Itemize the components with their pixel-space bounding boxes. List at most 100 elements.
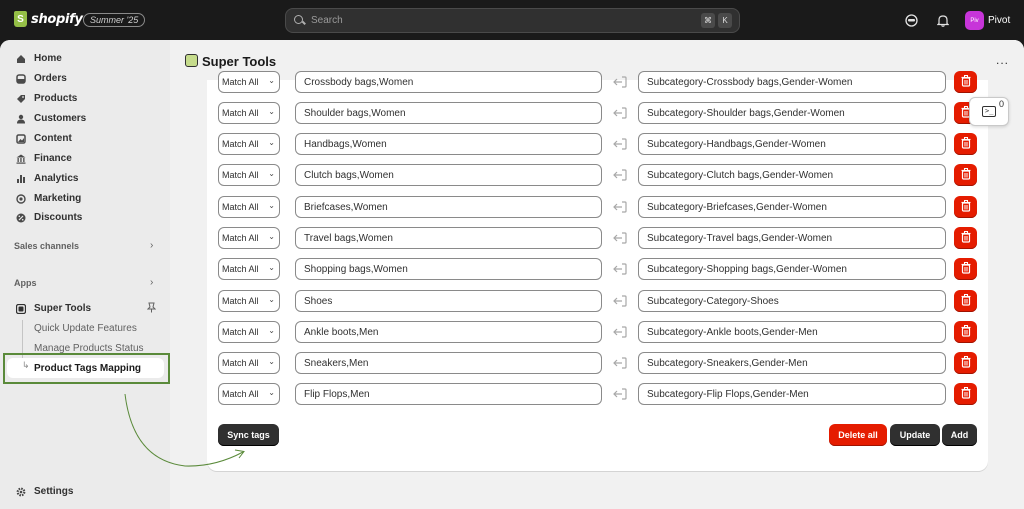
match-select[interactable]: Match All ⌄: [218, 352, 280, 374]
sidebar-item-super-tools[interactable]: Super Tools: [8, 299, 162, 318]
target-tags-input[interactable]: Subcategory-Travel bags,Gender-Women: [638, 227, 946, 249]
delete-row-button[interactable]: [954, 258, 977, 280]
trash-icon: [961, 199, 971, 215]
update-button[interactable]: Update: [890, 424, 940, 446]
match-select[interactable]: Match All ⌄: [218, 258, 280, 280]
more-actions-button[interactable]: ...: [996, 53, 1009, 67]
delete-all-button[interactable]: Delete all: [829, 424, 887, 446]
sidebar-item-finance[interactable]: Finance: [8, 149, 162, 168]
source-tags-input[interactable]: Travel bags,Women: [295, 227, 602, 249]
chevron-down-icon: ⌄: [268, 326, 275, 335]
source-tags-input[interactable]: Ankle boots,Men: [295, 321, 602, 343]
match-select[interactable]: Match All ⌄: [218, 290, 280, 312]
pin-icon[interactable]: [146, 302, 157, 316]
source-tags-input[interactable]: Handbags,Women: [295, 133, 602, 155]
gear-icon: [16, 487, 26, 497]
bell-icon[interactable]: [936, 13, 950, 27]
delete-row-button[interactable]: [954, 133, 977, 155]
match-select[interactable]: Match All ⌄: [218, 321, 280, 343]
target-tags-input[interactable]: Subcategory-Category-Shoes: [638, 290, 946, 312]
delete-row-button[interactable]: [954, 227, 977, 249]
match-select[interactable]: Match All ⌄: [218, 133, 280, 155]
source-tags-input[interactable]: Shoes: [295, 290, 602, 312]
match-select-value: Match All: [222, 327, 259, 337]
source-tags-input[interactable]: Shopping bags,Women: [295, 258, 602, 280]
delete-row-button[interactable]: [954, 290, 977, 312]
source-tags-input[interactable]: Briefcases,Women: [295, 196, 602, 218]
match-select[interactable]: Match All ⌄: [218, 227, 280, 249]
source-tags-input[interactable]: Clutch bags,Women: [295, 164, 602, 186]
sidebar-item-customers[interactable]: Customers: [8, 109, 162, 128]
sidebar-item-orders[interactable]: Orders: [8, 69, 162, 88]
orders-icon: [16, 73, 26, 84]
store-name[interactable]: Pivot: [988, 15, 1010, 26]
sidebar-subitem-quick-update[interactable]: Quick Update Features: [34, 323, 137, 334]
target-tags-input[interactable]: Subcategory-Shopping bags,Gender-Women: [638, 258, 946, 280]
sidekick-icon[interactable]: [904, 13, 918, 27]
match-select-value: Match All: [222, 108, 259, 118]
target-tags-input[interactable]: Subcategory-Clutch bags,Gender-Women: [638, 164, 946, 186]
annotation-arrow: [124, 393, 245, 467]
target-tags-input[interactable]: Subcategory-Crossbody bags,Gender-Women: [638, 71, 946, 93]
add-button[interactable]: Add: [942, 424, 977, 446]
chevron-right-icon[interactable]: ›: [150, 240, 153, 251]
shopify-logo[interactable]: S shopify: [14, 11, 83, 27]
target-tags-input[interactable]: Subcategory-Ankle boots,Gender-Men: [638, 321, 946, 343]
target-tags-input[interactable]: Subcategory-Briefcases,Gender-Women: [638, 196, 946, 218]
store-avatar[interactable]: Piv: [965, 11, 984, 30]
sidebar-item-content[interactable]: Content: [8, 129, 162, 148]
home-icon: [16, 54, 26, 64]
chevron-down-icon: ⌄: [268, 232, 275, 241]
terminal-count: 0: [999, 99, 1005, 109]
match-select-value: Match All: [222, 202, 259, 212]
sidebar-item-settings[interactable]: Settings: [8, 482, 162, 501]
delete-row-button[interactable]: [954, 383, 977, 405]
sidebar-item-discounts[interactable]: Discounts: [8, 208, 162, 227]
target-tags-input[interactable]: Subcategory-Shoulder bags,Gender-Women: [638, 102, 946, 124]
match-select[interactable]: Match All ⌄: [218, 102, 280, 124]
delete-row-button[interactable]: [954, 352, 977, 374]
chevron-down-icon: ⌄: [268, 295, 275, 304]
chevron-down-icon: ⌄: [268, 107, 275, 116]
source-tags-input[interactable]: Shoulder bags,Women: [295, 102, 602, 124]
delete-row-button[interactable]: [954, 196, 977, 218]
match-select[interactable]: Match All ⌄: [218, 71, 280, 93]
sidebar-item-label: Marketing: [34, 193, 82, 204]
sales-channels-label[interactable]: Sales channels: [14, 241, 79, 251]
sidebar-item-analytics[interactable]: Analytics: [8, 169, 162, 188]
delete-row-button[interactable]: [954, 321, 977, 343]
apps-label[interactable]: Apps: [14, 278, 37, 288]
trash-icon: [961, 261, 971, 277]
trash-icon: [961, 386, 971, 402]
map-arrow-icon: [611, 325, 629, 339]
source-tags-input[interactable]: Flip Flops,Men: [295, 383, 602, 405]
match-select[interactable]: Match All ⌄: [218, 164, 280, 186]
target-tags-input[interactable]: Subcategory-Handbags,Gender-Women: [638, 133, 946, 155]
source-tags-input[interactable]: Sneakers,Men: [295, 352, 602, 374]
delete-row-button[interactable]: [954, 71, 977, 93]
logo-text: shopify: [31, 11, 83, 27]
search-bar[interactable]: Search ⌘ K: [285, 8, 740, 33]
chevron-down-icon: ⌄: [268, 388, 275, 397]
sidebar-item-home[interactable]: Home: [8, 49, 162, 68]
discount-icon: [16, 213, 26, 223]
app-logo-icon: [185, 54, 198, 67]
sidebar-item-products[interactable]: Products: [8, 89, 162, 108]
edition-badge[interactable]: Summer '25: [83, 13, 146, 27]
delete-row-button[interactable]: [954, 164, 977, 186]
match-select-value: Match All: [222, 233, 259, 243]
trash-icon: [961, 74, 971, 90]
source-tags-input[interactable]: Crossbody bags,Women: [295, 71, 602, 93]
target-tags-input[interactable]: Subcategory-Sneakers,Gender-Men: [638, 352, 946, 374]
sidebar-item-marketing[interactable]: Marketing: [8, 189, 162, 208]
terminal-icon: >_: [982, 106, 996, 117]
match-select[interactable]: Match All ⌄: [218, 196, 280, 218]
target-tags-input[interactable]: Subcategory-Flip Flops,Gender-Men: [638, 383, 946, 405]
terminal-floating-button[interactable]: >_ 0: [969, 97, 1009, 126]
search-icon: [294, 15, 305, 26]
chevron-right-icon[interactable]: ›: [150, 277, 153, 288]
sidebar-item-label: Discounts: [34, 212, 83, 223]
chevron-down-icon: ⌄: [268, 357, 275, 366]
sidebar-item-label: Content: [34, 133, 72, 144]
k-key-hint: K: [718, 13, 732, 28]
